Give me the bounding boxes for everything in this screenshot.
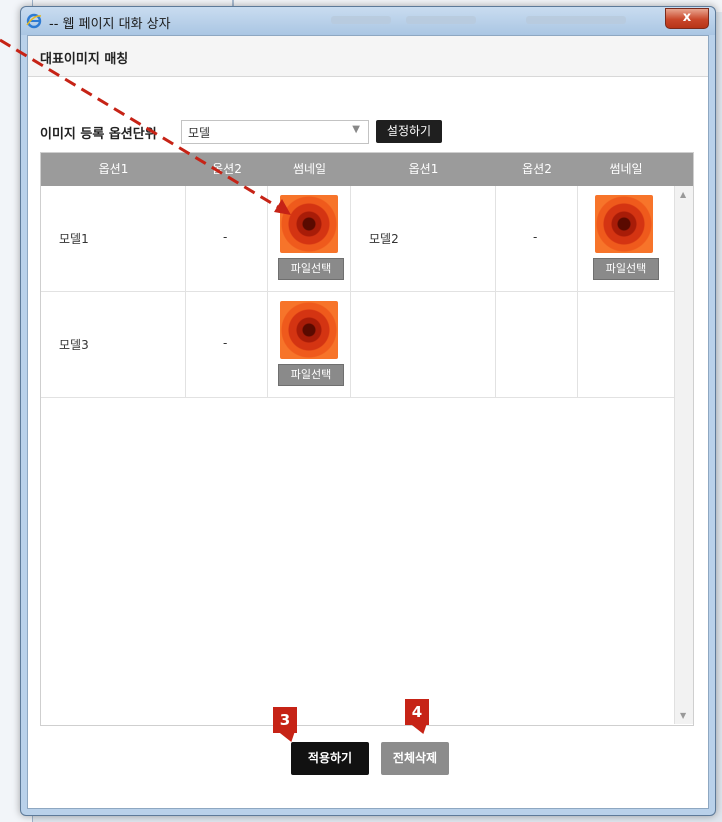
callout-badge: 3 [273, 707, 297, 733]
annotation-arrow-line [0, 38, 289, 215]
callout-badge: 4 [405, 699, 429, 725]
annotation-overlay [0, 38, 291, 215]
